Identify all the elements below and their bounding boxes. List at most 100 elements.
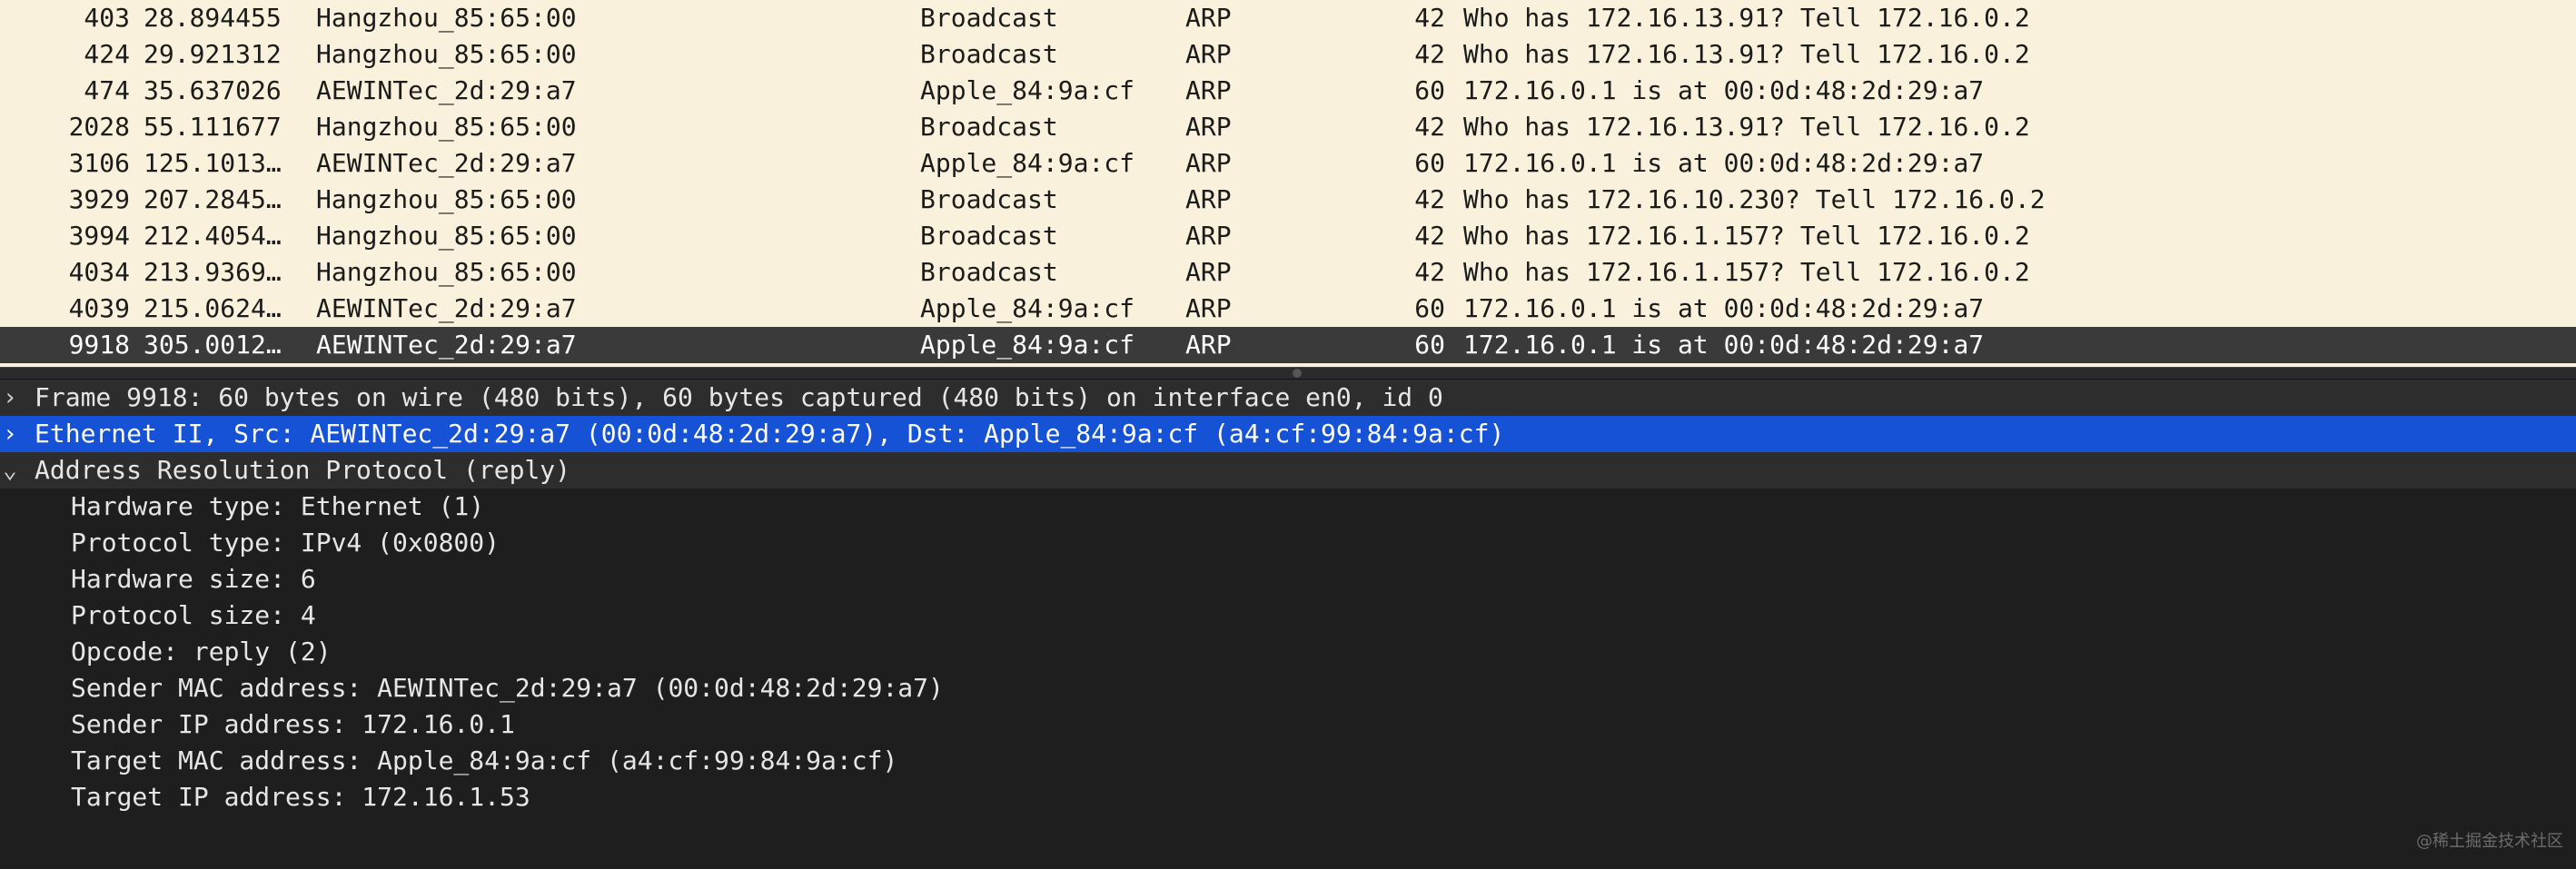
tree-field-label: Hardware size: 6 (71, 564, 316, 594)
packet-time: 125.1013… (144, 148, 282, 178)
tree-field-target-mac[interactable]: Target MAC address: Apple_84:9a:cf (a4:c… (0, 743, 2576, 779)
tree-field-protocol-size[interactable]: Protocol size: 4 (0, 597, 2576, 634)
packet-protocol: ARP (1185, 221, 1232, 251)
chevron-right-icon[interactable]: › (0, 383, 20, 412)
packet-time: 213.9369… (144, 257, 282, 287)
packet-destination: Apple_84:9a:cf (920, 330, 1135, 360)
packet-time: 55.111677 (144, 112, 282, 142)
packet-info: Who has 172.16.13.91? Tell 172.16.0.2 (1463, 112, 2030, 142)
packet-time: 305.0012… (144, 330, 282, 360)
tree-field-sender-ip[interactable]: Sender IP address: 172.16.0.1 (0, 706, 2576, 743)
packet-info: Who has 172.16.10.230? Tell 172.16.0.2 (1463, 184, 2046, 214)
tree-item-label: Ethernet II, Src: AEWINTec_2d:29:a7 (00:… (35, 419, 1505, 449)
packet-number: 403 (84, 3, 130, 33)
tree-field-hardware-type[interactable]: Hardware type: Ethernet (1) (0, 489, 2576, 525)
packet-length: 42 (1414, 112, 1445, 142)
packet-source: AEWINTec_2d:29:a7 (316, 75, 577, 105)
packet-protocol: ARP (1185, 148, 1232, 178)
packet-time: 215.0624… (144, 293, 282, 323)
packet-number: 424 (84, 39, 130, 69)
packet-destination: Broadcast (920, 3, 1058, 33)
packet-time: 29.921312 (144, 39, 282, 69)
packet-protocol: ARP (1185, 3, 1232, 33)
tree-field-label: Protocol type: IPv4 (0x0800) (71, 528, 500, 558)
tree-field-opcode[interactable]: Opcode: reply (2) (0, 634, 2576, 670)
tree-item-label: Address Resolution Protocol (reply) (35, 455, 571, 485)
tree-item-arp[interactable]: ⌄ Address Resolution Protocol (reply) (0, 452, 2576, 489)
packet-time: 28.894455 (144, 3, 282, 33)
packet-destination: Broadcast (920, 184, 1058, 214)
packet-protocol: ARP (1185, 112, 1232, 142)
chevron-right-icon[interactable]: › (0, 420, 20, 449)
packet-destination: Broadcast (920, 257, 1058, 287)
packet-source: Hangzhou_85:65:00 (316, 3, 577, 33)
packet-destination: Apple_84:9a:cf (920, 293, 1135, 323)
packet-source: Hangzhou_85:65:00 (316, 257, 577, 287)
packet-length: 42 (1414, 3, 1445, 33)
packet-info: Who has 172.16.13.91? Tell 172.16.0.2 (1463, 3, 2030, 33)
packet-list[interactable]: 403 28.894455 Hangzhou_85:65:00 Broadcas… (0, 0, 2576, 367)
packet-row[interactable]: 474 35.637026 AEWINTec_2d:29:a7 Apple_84… (0, 73, 2576, 109)
packet-length: 42 (1414, 257, 1445, 287)
packet-number: 3106 (68, 148, 130, 178)
packet-length: 42 (1414, 221, 1445, 251)
packet-info: 172.16.0.1 is at 00:0d:48:2d:29:a7 (1463, 330, 1985, 360)
tree-field-label: Target IP address: 172.16.1.53 (71, 782, 530, 812)
tree-field-label: Opcode: reply (2) (71, 637, 332, 667)
packet-destination: Broadcast (920, 39, 1058, 69)
packet-row-selected[interactable]: 9918 305.0012… AEWINTec_2d:29:a7 Apple_8… (0, 327, 2576, 363)
packet-number: 3929 (68, 184, 130, 214)
packet-protocol: ARP (1185, 330, 1232, 360)
packet-info: Who has 172.16.1.157? Tell 172.16.0.2 (1463, 257, 2030, 287)
packet-source: AEWINTec_2d:29:a7 (316, 293, 577, 323)
packet-info: Who has 172.16.1.157? Tell 172.16.0.2 (1463, 221, 2030, 251)
packet-time: 212.4054… (144, 221, 282, 251)
packet-length: 42 (1414, 39, 1445, 69)
packet-protocol: ARP (1185, 293, 1232, 323)
packet-protocol: ARP (1185, 184, 1232, 214)
pane-divider[interactable] (0, 367, 2576, 380)
tree-field-target-ip[interactable]: Target IP address: 172.16.1.53 (0, 779, 2576, 815)
packet-length: 60 (1414, 330, 1445, 360)
chevron-down-icon[interactable]: ⌄ (0, 456, 20, 485)
packet-row[interactable]: 4039 215.0624… AEWINTec_2d:29:a7 Apple_8… (0, 291, 2576, 327)
packet-destination: Broadcast (920, 112, 1058, 142)
packet-row[interactable]: 4034 213.9369… Hangzhou_85:65:00 Broadca… (0, 254, 2576, 291)
packet-row[interactable]: 403 28.894455 Hangzhou_85:65:00 Broadcas… (0, 0, 2576, 36)
tree-field-sender-mac[interactable]: Sender MAC address: AEWINTec_2d:29:a7 (0… (0, 670, 2576, 706)
packet-details-tree[interactable]: › Frame 9918: 60 bytes on wire (480 bits… (0, 380, 2576, 859)
packet-destination: Apple_84:9a:cf (920, 148, 1135, 178)
packet-length: 60 (1414, 293, 1445, 323)
split-handle-icon[interactable] (1293, 369, 1302, 378)
packet-row[interactable]: 3106 125.1013… AEWINTec_2d:29:a7 Apple_8… (0, 145, 2576, 182)
packet-length: 60 (1414, 148, 1445, 178)
packet-number: 9918 (68, 330, 130, 360)
packet-source: Hangzhou_85:65:00 (316, 221, 577, 251)
packet-row[interactable]: 3994 212.4054… Hangzhou_85:65:00 Broadca… (0, 218, 2576, 254)
packet-info: Who has 172.16.13.91? Tell 172.16.0.2 (1463, 39, 2030, 69)
tree-field-label: Sender MAC address: AEWINTec_2d:29:a7 (0… (71, 673, 944, 703)
tree-item-frame[interactable]: › Frame 9918: 60 bytes on wire (480 bits… (0, 380, 2576, 416)
tree-field-label: Sender IP address: 172.16.0.1 (71, 709, 515, 739)
packet-time: 35.637026 (144, 75, 282, 105)
packet-number: 4039 (68, 293, 130, 323)
packet-length: 42 (1414, 184, 1445, 214)
packet-destination: Broadcast (920, 221, 1058, 251)
packet-row[interactable]: 424 29.921312 Hangzhou_85:65:00 Broadcas… (0, 36, 2576, 73)
packet-row[interactable]: 3929 207.2845… Hangzhou_85:65:00 Broadca… (0, 182, 2576, 218)
packet-source: AEWINTec_2d:29:a7 (316, 330, 577, 360)
packet-number: 474 (84, 75, 130, 105)
tree-field-label: Protocol size: 4 (71, 600, 316, 630)
packet-info: 172.16.0.1 is at 00:0d:48:2d:29:a7 (1463, 293, 1985, 323)
packet-time: 207.2845… (144, 184, 282, 214)
tree-item-ethernet[interactable]: › Ethernet II, Src: AEWINTec_2d:29:a7 (0… (0, 416, 2576, 452)
tree-field-hardware-size[interactable]: Hardware size: 6 (0, 561, 2576, 597)
packet-protocol: ARP (1185, 257, 1232, 287)
packet-protocol: ARP (1185, 39, 1232, 69)
packet-source: AEWINTec_2d:29:a7 (316, 148, 577, 178)
packet-row[interactable]: 2028 55.111677 Hangzhou_85:65:00 Broadca… (0, 109, 2576, 145)
packet-destination: Apple_84:9a:cf (920, 75, 1135, 105)
packet-number: 2028 (68, 112, 130, 142)
tree-field-label: Target MAC address: Apple_84:9a:cf (a4:c… (71, 746, 898, 775)
tree-field-protocol-type[interactable]: Protocol type: IPv4 (0x0800) (0, 525, 2576, 561)
